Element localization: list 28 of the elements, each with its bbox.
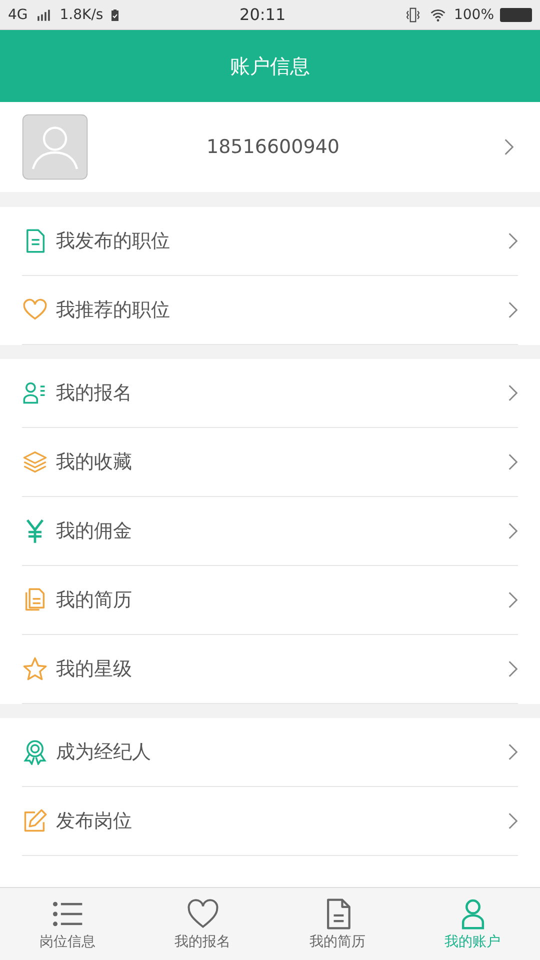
- award-icon: [22, 739, 48, 765]
- menu-item[interactable]: 我发布的职位: [22, 207, 518, 276]
- menu-item[interactable]: 我的收藏: [22, 428, 518, 497]
- page-title: 账户信息: [230, 52, 310, 80]
- tab[interactable]: 我的简历: [270, 888, 405, 960]
- menu-item[interactable]: 我推荐的职位: [22, 276, 518, 345]
- tab[interactable]: 岗位信息: [0, 888, 135, 960]
- battery-icon: [500, 8, 532, 22]
- network-label: 4G: [8, 6, 28, 22]
- edit-icon: [22, 808, 48, 834]
- vibrate-icon: [404, 6, 422, 22]
- phone-number: 18516600940: [206, 136, 340, 158]
- layers-icon: [22, 449, 48, 475]
- menu-item[interactable]: 我的简历: [22, 566, 518, 635]
- star-icon: [22, 656, 48, 682]
- menu-item[interactable]: 发布岗位: [22, 787, 518, 856]
- network-speed: 1.8K/s: [60, 6, 104, 22]
- menu-item[interactable]: 我的报名: [22, 359, 518, 428]
- tab[interactable]: 我的报名: [135, 888, 270, 960]
- heart-icon: [186, 897, 220, 931]
- battery-level: 100%: [454, 6, 494, 22]
- avatar-icon: [22, 114, 88, 180]
- profile-row[interactable]: 18516600940: [0, 102, 540, 192]
- person-list-icon: [22, 380, 48, 406]
- menu-item[interactable]: 成为经纪人: [22, 718, 518, 787]
- clock: 20:11: [240, 5, 286, 24]
- menu-item[interactable]: 我的佣金: [22, 497, 518, 566]
- menu-item[interactable]: 我的星级: [22, 635, 518, 704]
